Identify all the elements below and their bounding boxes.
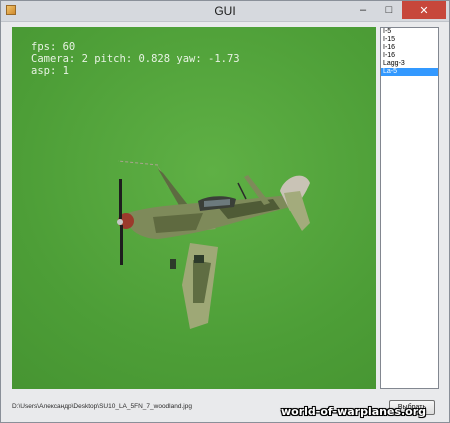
list-item[interactable]: Lagg-3: [381, 60, 438, 68]
close-icon[interactable]: ✕: [402, 1, 446, 19]
minimize-icon[interactable]: –: [350, 1, 376, 19]
watermark-text: world-of-warplanes.org: [281, 405, 427, 418]
app-window: GUI – □ ✕ fps: 60 Camera: 2 pitch: 0.828…: [0, 0, 450, 423]
list-item[interactable]: I-5: [381, 28, 438, 36]
hud-camera: Camera: 2 pitch: 0.828 yaw: -1.73: [31, 53, 240, 65]
hud-asp: asp: 1: [31, 65, 69, 77]
maximize-icon[interactable]: □: [376, 1, 402, 19]
hud-fps: fps: 60: [31, 41, 76, 53]
hud-overlay: fps: 60 Camera: 2 pitch: 0.828 yaw: -1.7…: [31, 41, 240, 77]
3d-viewport[interactable]: fps: 60 Camera: 2 pitch: 0.828 yaw: -1.7…: [12, 27, 376, 389]
list-item-selected[interactable]: La-5: [381, 68, 438, 76]
list-item[interactable]: I-15: [381, 36, 438, 44]
title-bar[interactable]: GUI – □ ✕: [1, 1, 449, 22]
list-item[interactable]: I-16: [381, 44, 438, 52]
aircraft-model: [117, 160, 310, 329]
list-item[interactable]: I-16: [381, 52, 438, 60]
window-controls: – □ ✕: [350, 1, 446, 20]
aircraft-listbox[interactable]: I-5 I-15 I-16 I-16 Lagg-3 La-5: [380, 27, 439, 389]
